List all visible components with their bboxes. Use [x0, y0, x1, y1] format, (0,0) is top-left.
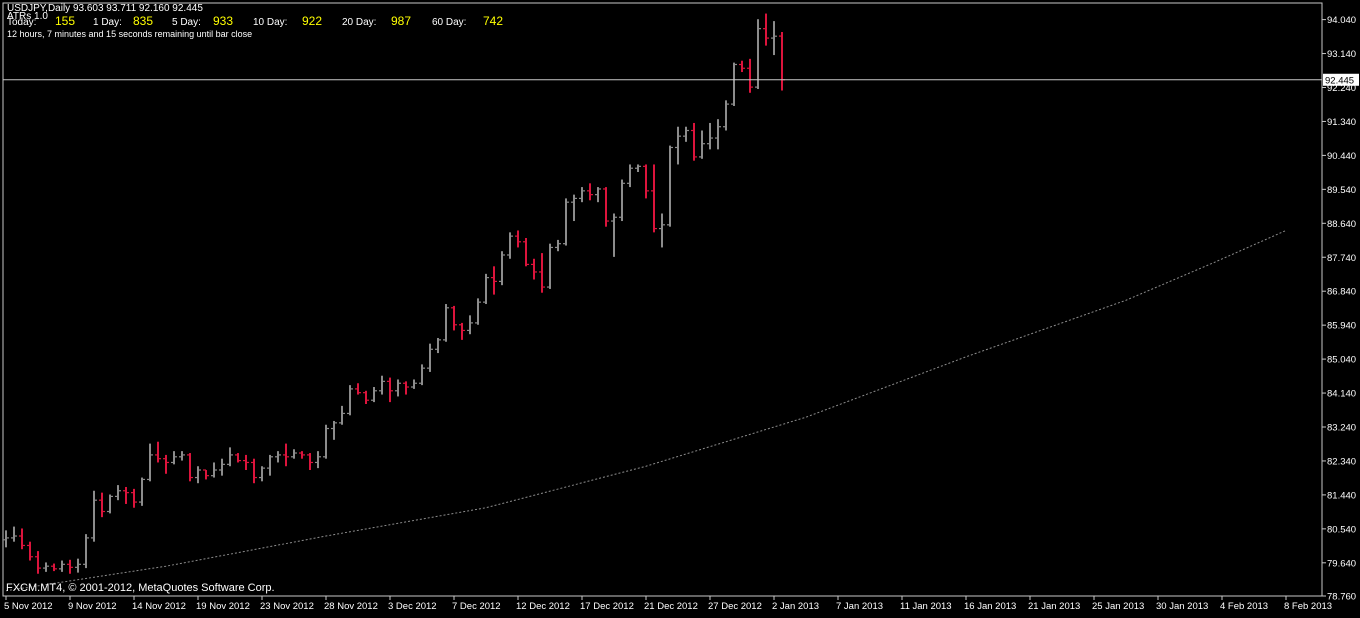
- x-tick-label: 21 Jan 2013: [1028, 601, 1080, 612]
- x-tick-label: 9 Nov 2012: [68, 601, 117, 612]
- y-tick-label: 89.540: [1327, 185, 1356, 196]
- atr-10day-value: 922: [302, 14, 323, 28]
- y-tick-label: 83.240: [1327, 423, 1356, 434]
- x-tick-label: 25 Jan 2013: [1092, 601, 1144, 612]
- y-tick-label: 93.140: [1327, 49, 1356, 60]
- y-tick-label: 81.440: [1327, 490, 1356, 501]
- x-tick-label: 4 Feb 2013: [1220, 601, 1268, 612]
- x-tick-label: 28 Nov 2012: [324, 601, 378, 612]
- y-tick-label: 90.440: [1327, 151, 1356, 162]
- y-tick-label: 82.340: [1327, 456, 1356, 467]
- y-tick-label: 85.940: [1327, 321, 1356, 332]
- atr-20day-label: 20 Day:: [342, 17, 377, 28]
- x-tick-label: 2 Jan 2013: [772, 601, 819, 612]
- y-tick-label: 87.740: [1327, 253, 1356, 264]
- y-tick-label: 84.140: [1327, 389, 1356, 400]
- y-tick-label: 85.040: [1327, 355, 1356, 366]
- atr-5day-label: 5 Day:: [172, 17, 201, 28]
- y-tick-label: 88.640: [1327, 219, 1356, 230]
- x-tick-label: 3 Dec 2012: [388, 601, 437, 612]
- x-tick-label: 19 Nov 2012: [196, 601, 250, 612]
- atr-10day-label: 10 Day:: [253, 17, 288, 28]
- atr-1day-label: 1 Day:: [93, 17, 122, 28]
- atr-60day-value: 742: [483, 14, 504, 28]
- x-tick-label: 5 Nov 2012: [4, 601, 53, 612]
- x-tick-label: 27 Dec 2012: [708, 601, 762, 612]
- x-tick-label: 8 Feb 2013: [1284, 601, 1332, 612]
- x-tick-label: 7 Dec 2012: [452, 601, 501, 612]
- indicator-overlay: USDJPY,Daily 93.603 93.711 92.160 92.445…: [7, 3, 503, 40]
- x-tick-label: 23 Nov 2012: [260, 601, 314, 612]
- copyright-footer: FXCM.MT4, © 2001-2012, MetaQuotes Softwa…: [6, 582, 275, 594]
- atr-60day-label: 60 Day:: [432, 17, 467, 28]
- chart-background: [0, 0, 1360, 613]
- y-tick-label: 86.840: [1327, 287, 1356, 298]
- chart-area[interactable]: 94.040 93.140 92.240 91.340 90.440 89.540 88.6…: [0, 0, 1360, 613]
- x-tick-label: 16 Jan 2013: [964, 601, 1016, 612]
- bar-close-countdown: 12 hours, 7 minutes and 15 seconds remai…: [7, 29, 253, 39]
- x-tick-label: 14 Nov 2012: [132, 601, 186, 612]
- x-tick-label: 12 Dec 2012: [516, 601, 570, 612]
- atr-row: ATRs 1.0 Today: 155 1 Day: 835 5 Day: 93…: [7, 11, 503, 28]
- y-tick-label: 94.040: [1327, 15, 1356, 26]
- atr-today-value: 155: [55, 14, 76, 28]
- x-tick-label: 21 Dec 2012: [644, 601, 698, 612]
- y-tick-label: 91.340: [1327, 117, 1356, 128]
- current-price-label: 92.445: [1325, 75, 1354, 86]
- x-tick-label: 11 Jan 2013: [900, 601, 952, 612]
- atr-1day-value: 835: [133, 14, 154, 28]
- ohlc-chart[interactable]: 94.04093.14092.24091.34090.44089.54088.6…: [0, 0, 1360, 613]
- y-tick-label: 79.640: [1327, 558, 1356, 569]
- x-tick-label: 7 Jan 2013: [836, 601, 883, 612]
- y-tick-label: 80.540: [1327, 524, 1356, 535]
- atr-20day-value: 987: [391, 14, 412, 28]
- x-tick-label: 17 Dec 2012: [580, 601, 634, 612]
- atr-5day-value: 933: [213, 14, 234, 28]
- atr-today-label: Today:: [7, 17, 37, 28]
- x-tick-label: 30 Jan 2013: [1156, 601, 1208, 612]
